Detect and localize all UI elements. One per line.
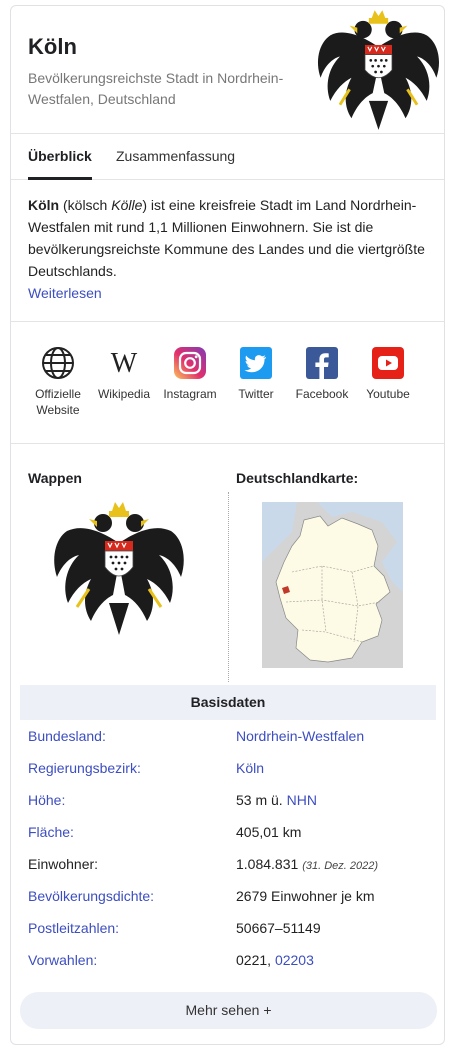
column-divider xyxy=(228,492,229,682)
data-value[interactable]: Nordrhein-Westfalen xyxy=(236,725,364,747)
link-label: Facebook xyxy=(295,387,349,401)
overview-paren-open: (kölsch xyxy=(59,197,112,213)
data-key[interactable]: Bundesland: xyxy=(28,725,106,747)
youtube-icon xyxy=(372,347,404,379)
instagram-icon xyxy=(174,347,206,379)
coat-of-arms-title: Wappen xyxy=(28,470,82,486)
data-row-einwohner: Einwohner: 1.084.831 (31. Dez. 2022) xyxy=(28,853,428,875)
map-title: Deutschlandkarte: xyxy=(236,470,359,486)
link-label: Youtube xyxy=(366,387,410,401)
link-label: Wikipedia xyxy=(97,387,151,401)
data-key[interactable]: Postleitzahlen: xyxy=(28,917,119,939)
data-value: 50667–51149 xyxy=(236,920,321,936)
svg-text:W: W xyxy=(111,348,138,379)
link-wikipedia[interactable]: W Wikipedia xyxy=(91,346,157,402)
link-label: Offizielle Website xyxy=(35,387,81,417)
media-section: Wappen Deutschlandkarte: xyxy=(11,444,444,684)
data-key[interactable]: Bevölkerungsdichte: xyxy=(28,885,154,907)
vorwahl-link[interactable]: 02203 xyxy=(275,952,314,968)
data-key[interactable]: Regierungsbezirk: xyxy=(28,757,141,779)
globe-icon xyxy=(42,347,74,379)
knowledge-panel: Köln Bevölkerungsreichste Stadt in Nordr… xyxy=(10,5,445,1045)
wikipedia-icon: W xyxy=(111,348,138,379)
data-row-regierungsbezirk: Regierungsbezirk: Köln xyxy=(28,757,428,779)
read-more-link[interactable]: Weiterlesen xyxy=(28,282,427,304)
tab-bar: Überblick Zusammenfassung xyxy=(11,134,444,180)
facebook-icon xyxy=(306,347,338,379)
overview-text: Köln (kölsch Kölle) ist eine kreisfreie … xyxy=(28,197,425,279)
germany-map[interactable] xyxy=(262,502,403,668)
data-row-flaeche: Fläche: 405,01 km xyxy=(28,821,428,843)
data-note: (31. Dez. 2022) xyxy=(302,860,379,872)
overview-city-name: Köln xyxy=(28,197,60,213)
social-links: Offizielle Website W Wikipedia Instagram xyxy=(11,322,444,444)
data-value-text: 0221, xyxy=(236,952,272,968)
basisdaten-header: Basisdaten xyxy=(20,685,436,720)
link-instagram[interactable]: Instagram xyxy=(157,346,223,402)
data-value[interactable]: Köln xyxy=(236,757,264,779)
data-row-hoehe: Höhe: 53 m ü. NHN xyxy=(28,789,428,811)
link-label: Instagram xyxy=(163,387,217,401)
link-official-website[interactable]: Offizielle Website xyxy=(25,346,91,418)
data-key: Einwohner: xyxy=(28,856,99,872)
tab-ueberblick[interactable]: Überblick xyxy=(28,148,92,164)
show-more-button[interactable]: Mehr sehen + xyxy=(20,992,437,1029)
coat-of-arms-image[interactable] xyxy=(49,499,189,639)
overview-local-name: Kölle xyxy=(111,197,143,213)
data-value-text: 53 m ü. xyxy=(236,792,283,808)
page-title: Köln xyxy=(28,34,77,59)
data-value: 2679 Einwohner je km xyxy=(236,888,375,904)
coat-of-arms-thumbnail[interactable] xyxy=(311,8,445,134)
nhn-link[interactable]: NHN xyxy=(287,792,317,808)
data-row-bevoelkerungsdichte: Bevölkerungsdichte: 2679 Einwohner je km xyxy=(28,885,428,907)
data-value: 0221, 02203 xyxy=(236,949,314,971)
data-key[interactable]: Fläche: xyxy=(28,821,74,843)
link-youtube[interactable]: Youtube xyxy=(355,346,421,402)
link-label: Twitter xyxy=(238,387,274,401)
link-facebook[interactable]: Facebook xyxy=(289,346,355,402)
data-key[interactable]: Vorwahlen: xyxy=(28,949,97,971)
data-row-postleitzahlen: Postleitzahlen: 50667–51149 xyxy=(28,917,428,939)
data-value-text: 1.084.831 xyxy=(236,856,299,872)
panel-header: Köln Bevölkerungsreichste Stadt in Nordr… xyxy=(11,6,444,134)
link-twitter[interactable]: Twitter xyxy=(223,346,289,402)
data-value: 405,01 km xyxy=(236,824,302,840)
data-value: 1.084.831 (31. Dez. 2022) xyxy=(236,853,378,877)
data-row-vorwahlen: Vorwahlen: 0221, 02203 xyxy=(28,949,428,971)
data-value: 53 m ü. NHN xyxy=(236,789,317,811)
data-key[interactable]: Höhe: xyxy=(28,789,65,811)
page-subtitle: Bevölkerungsreichste Stadt in Nordrhein-… xyxy=(28,70,284,107)
data-row-bundesland: Bundesland: Nordrhein-Westfalen xyxy=(28,725,428,747)
tab-zusammenfassung[interactable]: Zusammenfassung xyxy=(116,148,235,164)
overview-section: Köln (kölsch Kölle) ist eine kreisfreie … xyxy=(11,180,444,322)
twitter-icon xyxy=(240,347,272,379)
